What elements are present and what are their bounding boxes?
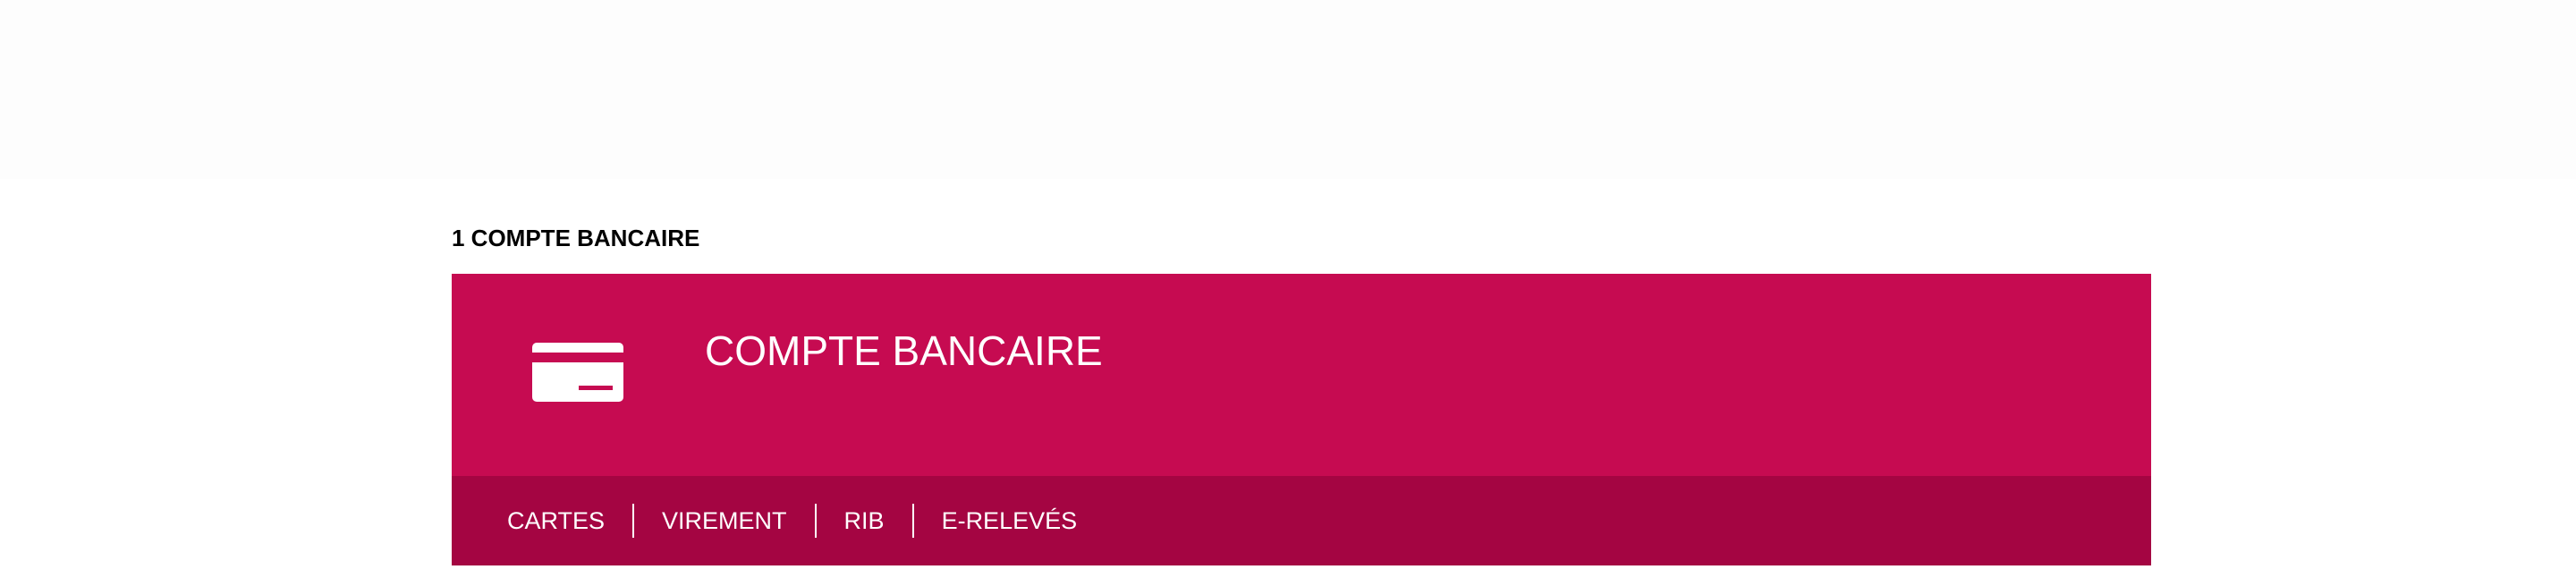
nav-separator [632, 504, 635, 538]
page-header-area [0, 0, 2576, 179]
nav-link-e-releves[interactable]: E-RELEVÉS [942, 505, 1078, 537]
nav-separator [911, 504, 914, 538]
credit-card-icon [532, 343, 623, 402]
account-card: COMPTE BANCAIRE CARTES VIREMENT RIB E-RE… [452, 274, 2151, 565]
nav-separator [814, 504, 817, 538]
account-title[interactable]: COMPTE BANCAIRE [705, 326, 1103, 376]
nav-link-virement[interactable]: VIREMENT [662, 505, 787, 537]
account-nav: CARTES VIREMENT RIB E-RELEVÉS [452, 476, 2151, 565]
accounts-section: 1 COMPTE BANCAIRE COMPTE BANCAIRE CARTES… [452, 224, 2151, 565]
nav-link-cartes[interactable]: CARTES [507, 505, 605, 537]
account-header[interactable]: COMPTE BANCAIRE [452, 274, 2151, 476]
nav-link-rib[interactable]: RIB [844, 505, 885, 537]
section-title: 1 COMPTE BANCAIRE [452, 225, 700, 251]
